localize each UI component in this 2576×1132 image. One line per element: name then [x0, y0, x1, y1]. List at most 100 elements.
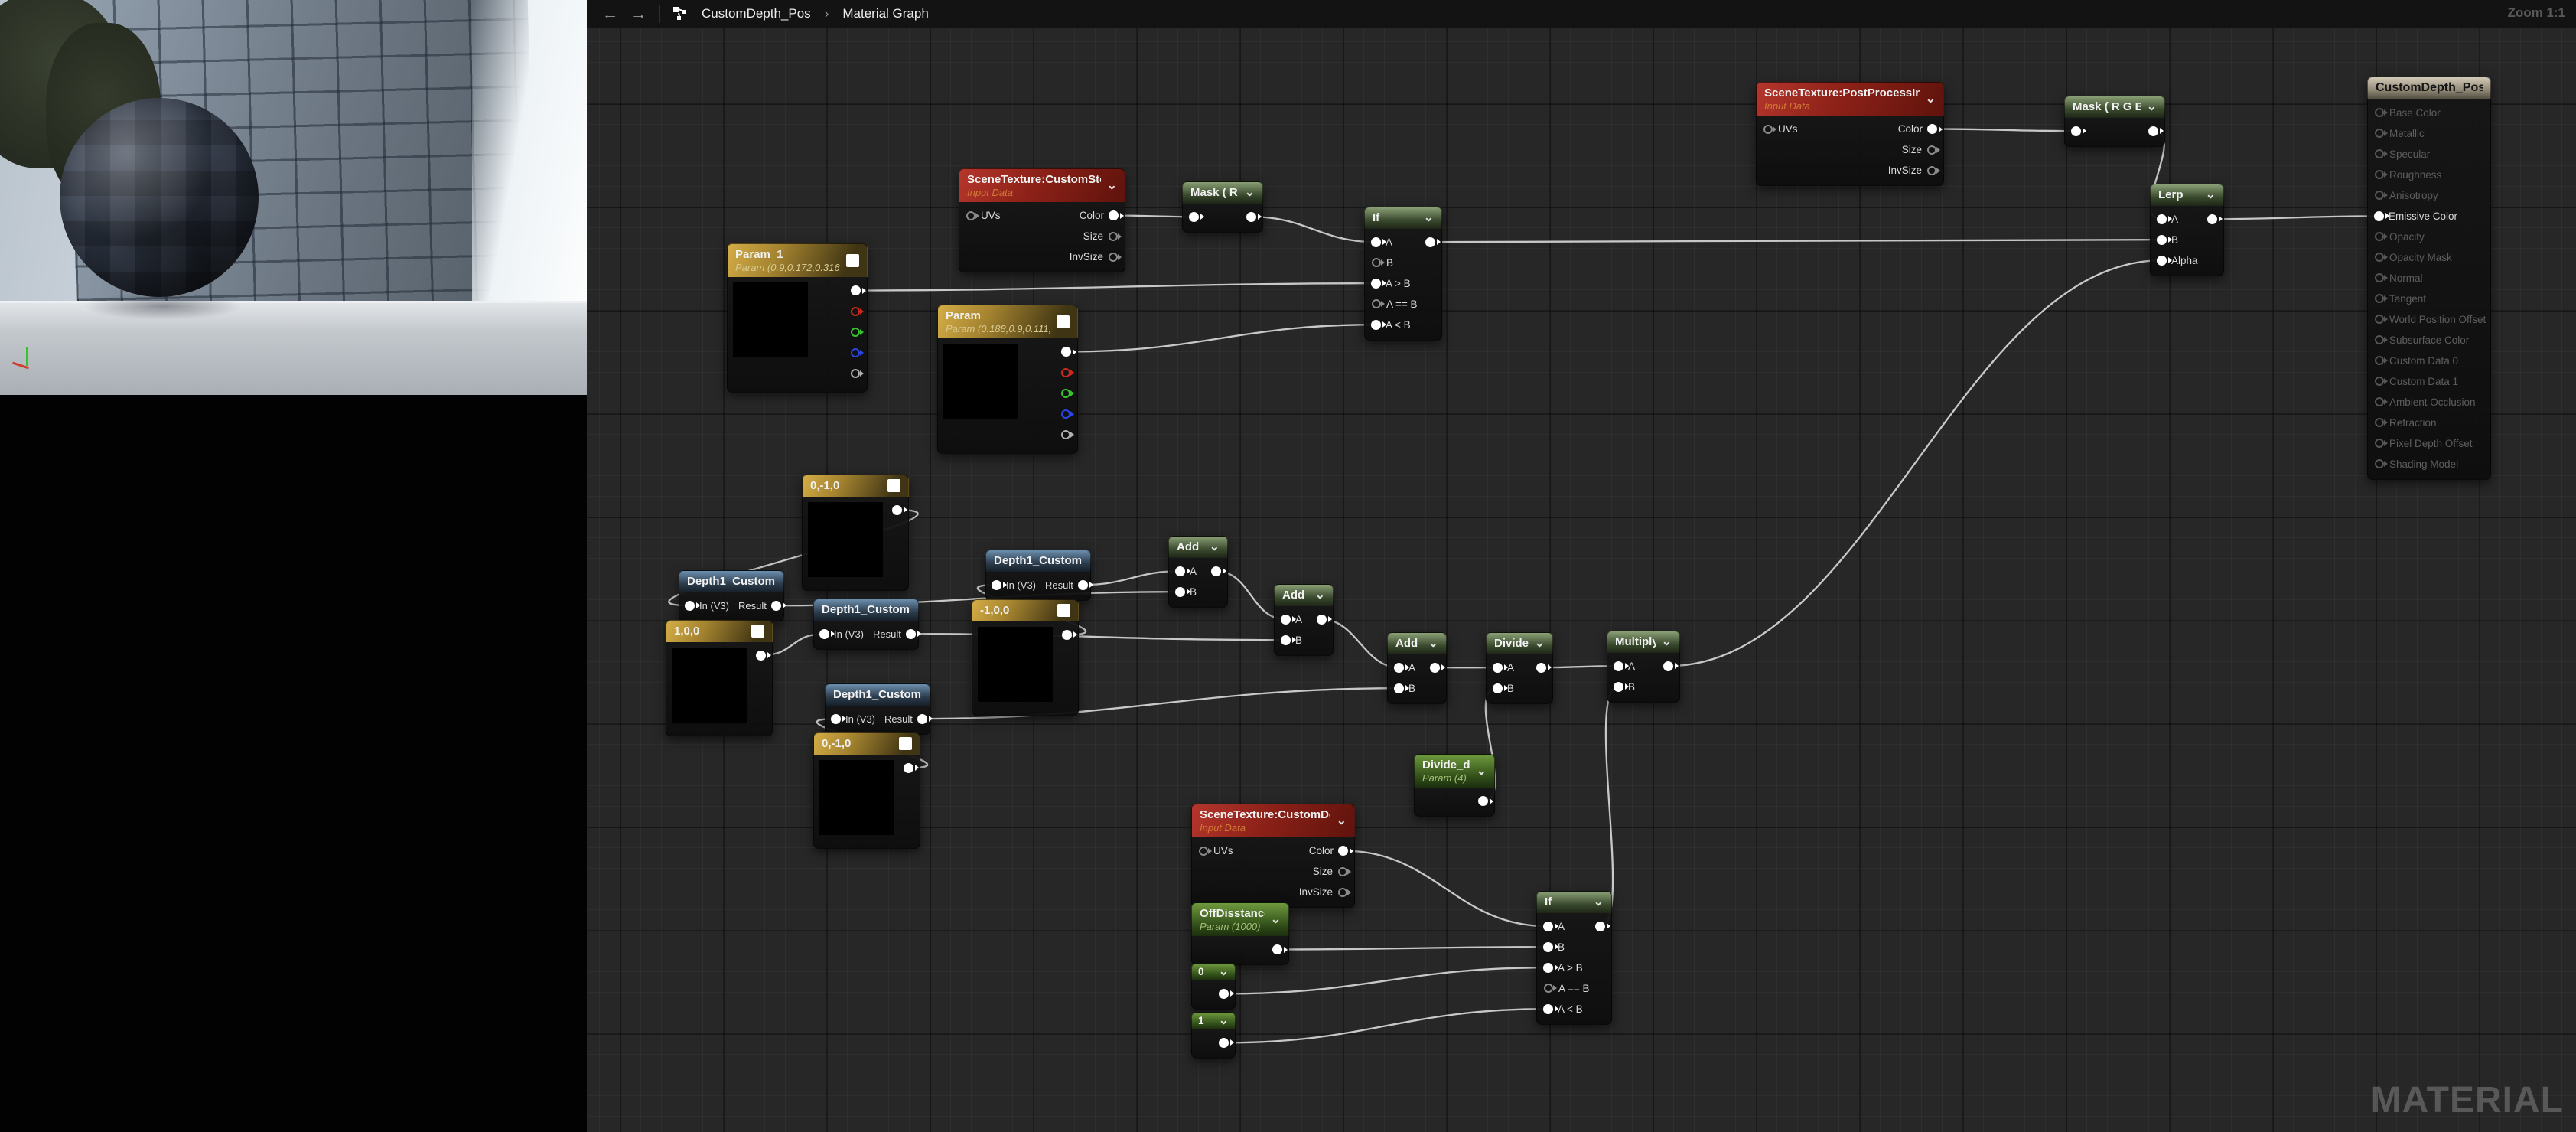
param1-G-output-pin[interactable]: [851, 328, 860, 337]
divide-out-output-pin[interactable]: [1536, 663, 1546, 673]
d4-Result-output-pin[interactable]: [917, 714, 927, 724]
multiply-A-input-pin[interactable]: [1614, 661, 1623, 671]
output-Opacity-input-pin[interactable]: [2375, 232, 2384, 241]
chevron-down-icon[interactable]: ⌄: [2206, 191, 2216, 199]
ifTop-out-output-pin[interactable]: [1425, 237, 1435, 247]
param2-B-output-pin[interactable]: [1061, 409, 1070, 419]
stencil-InvSize-output-pin[interactable]: [1109, 253, 1118, 262]
add1-out-output-pin[interactable]: [1211, 566, 1221, 576]
ppi0-Size-output-pin[interactable]: [1927, 145, 1936, 155]
node-header[interactable]: CustomDepth_Pos: [2367, 77, 2491, 99]
chevron-down-icon[interactable]: ⌄: [1337, 817, 1347, 825]
output-Roughness-input-pin[interactable]: [2375, 170, 2384, 179]
add1-A-input-pin[interactable]: [1175, 566, 1185, 576]
divide-B-input-pin[interactable]: [1493, 683, 1503, 693]
ifBot-A-input-pin[interactable]: [1543, 922, 1553, 931]
customdepth-Color-output-pin[interactable]: [1338, 846, 1348, 856]
param2-R-output-pin[interactable]: [1061, 368, 1070, 377]
param2-out-output-pin[interactable]: [1061, 347, 1071, 357]
chevron-down-icon[interactable]: ⌄: [1424, 214, 1434, 222]
lerp-out-output-pin[interactable]: [2207, 214, 2217, 224]
wire[interactable]: [1343, 851, 1549, 927]
chevron-down-icon[interactable]: ⌄: [1662, 638, 1672, 646]
output-AO-input-pin[interactable]: [2375, 397, 2384, 406]
node-divide_de[interactable]: Divide_deParam (4)⌄: [1414, 754, 1495, 817]
node-header[interactable]: Divide_deParam (4)⌄: [1414, 754, 1495, 788]
wire[interactable]: [2213, 216, 2379, 219]
lerp-A-input-pin[interactable]: [2157, 214, 2167, 224]
node-output[interactable]: CustomDepth_PosBase ColorMetallicSpecula…: [2367, 77, 2491, 480]
node-multiply[interactable]: Multiply⌄AB: [1607, 631, 1680, 703]
node-c010bot[interactable]: 0,-1,0: [813, 732, 920, 849]
add3-out-output-pin[interactable]: [1430, 663, 1440, 673]
output-CustomData0-input-pin[interactable]: [2375, 356, 2384, 365]
output-Specular-input-pin[interactable]: [2375, 149, 2384, 158]
output-Normal-input-pin[interactable]: [2375, 273, 2384, 282]
chevron-down-icon[interactable]: ⌄: [1219, 968, 1229, 976]
chevron-down-icon[interactable]: ⌄: [1210, 543, 1220, 551]
preview-toggle[interactable]: [1057, 604, 1070, 617]
customdepth-Size-output-pin[interactable]: [1338, 867, 1347, 876]
node-header[interactable]: 0,-1,0: [813, 732, 920, 755]
node-ifTop[interactable]: If⌄ABA > BA == BA < B: [1364, 207, 1442, 341]
ifBot-AgtB-input-pin[interactable]: [1543, 963, 1553, 973]
wire[interactable]: [856, 283, 1376, 290]
ifTop-B-input-pin[interactable]: [1372, 258, 1381, 267]
customdepth-InvSize-output-pin[interactable]: [1338, 888, 1347, 897]
output-Anisotropy-input-pin[interactable]: [2375, 191, 2384, 200]
node-header[interactable]: -1,0,0: [972, 599, 1079, 621]
chevron-down-icon[interactable]: ⌄: [1926, 96, 1936, 103]
node-header[interactable]: SceneTexture:CustomDepthInput Data⌄: [1191, 804, 1355, 837]
node-ifBot[interactable]: If⌄ABA > BA == BA < B: [1536, 891, 1612, 1025]
node-lerp[interactable]: Lerp⌄ABAlpha: [2150, 184, 2224, 276]
node-header[interactable]: 0⌄: [1191, 963, 1236, 980]
node-header[interactable]: Divide⌄: [1486, 632, 1553, 654]
node-header[interactable]: Param_1Param (0.9,0.172,0.316,1): [727, 243, 868, 277]
wire[interactable]: [1224, 967, 1549, 993]
wire[interactable]: [1669, 260, 2162, 666]
node-d1[interactable]: Depth1_CustomIn (V3)Result: [679, 570, 784, 621]
d1-In-input-pin[interactable]: [685, 601, 695, 611]
wire[interactable]: [1067, 325, 1376, 351]
preview-toggle[interactable]: [899, 737, 912, 750]
stencil-Size-output-pin[interactable]: [1109, 232, 1118, 241]
maskR-out-output-pin[interactable]: [1246, 212, 1256, 222]
cm100-out-output-pin[interactable]: [1062, 630, 1072, 640]
param1-B-output-pin[interactable]: [851, 348, 860, 357]
output-Tangent-input-pin[interactable]: [2375, 294, 2384, 303]
ifBot-AltB-input-pin[interactable]: [1543, 1004, 1553, 1014]
chevron-down-icon[interactable]: ⌄: [1428, 640, 1438, 648]
customdepth-UVs-input-pin[interactable]: [1199, 847, 1208, 856]
lerp-B-input-pin[interactable]: [2157, 235, 2167, 245]
lerp-Alpha-input-pin[interactable]: [2157, 256, 2167, 266]
stencil-UVs-input-pin[interactable]: [966, 211, 975, 220]
node-c100[interactable]: 1,0,0: [666, 620, 773, 736]
node-header[interactable]: Depth1_Custom: [825, 683, 930, 706]
node-header[interactable]: 1⌄: [1191, 1012, 1236, 1029]
node-header[interactable]: Multiply⌄: [1607, 631, 1680, 653]
node-stencil[interactable]: SceneTexture:CustomStencilInput Data⌄UVs…: [959, 168, 1125, 272]
node-header[interactable]: Add⌄: [1274, 584, 1334, 606]
c010bot-out-output-pin[interactable]: [904, 763, 913, 773]
node-add2[interactable]: Add⌄AB: [1274, 584, 1334, 656]
preview-toggle[interactable]: [846, 254, 859, 267]
add2-A-input-pin[interactable]: [1281, 615, 1291, 625]
c010top-out-output-pin[interactable]: [892, 505, 902, 515]
add3-B-input-pin[interactable]: [1394, 683, 1404, 693]
c0-out-output-pin[interactable]: [1219, 989, 1229, 999]
node-header[interactable]: Lerp⌄: [2150, 184, 2224, 206]
chevron-down-icon[interactable]: ⌄: [1271, 916, 1281, 924]
output-CustomData1-input-pin[interactable]: [2375, 377, 2384, 386]
node-customdepth[interactable]: SceneTexture:CustomDepthInput Data⌄UVsCo…: [1191, 804, 1355, 908]
node-maskR[interactable]: Mask ( R )⌄: [1182, 181, 1263, 233]
breadcrumb-asset-name[interactable]: CustomDepth_Pos: [702, 6, 811, 21]
node-c0[interactable]: 0⌄: [1191, 963, 1236, 1010]
node-header[interactable]: 0,-1,0: [802, 475, 909, 497]
d3-In-input-pin[interactable]: [819, 629, 829, 639]
node-header[interactable]: SceneTexture:CustomStencilInput Data⌄: [959, 168, 1125, 202]
node-header[interactable]: Depth1_Custom: [679, 570, 784, 592]
node-header[interactable]: If⌄: [1536, 891, 1612, 913]
chevron-down-icon[interactable]: ⌄: [1594, 899, 1604, 906]
chevron-down-icon[interactable]: ⌄: [1219, 1017, 1229, 1025]
ifTop-A-input-pin[interactable]: [1371, 237, 1381, 247]
